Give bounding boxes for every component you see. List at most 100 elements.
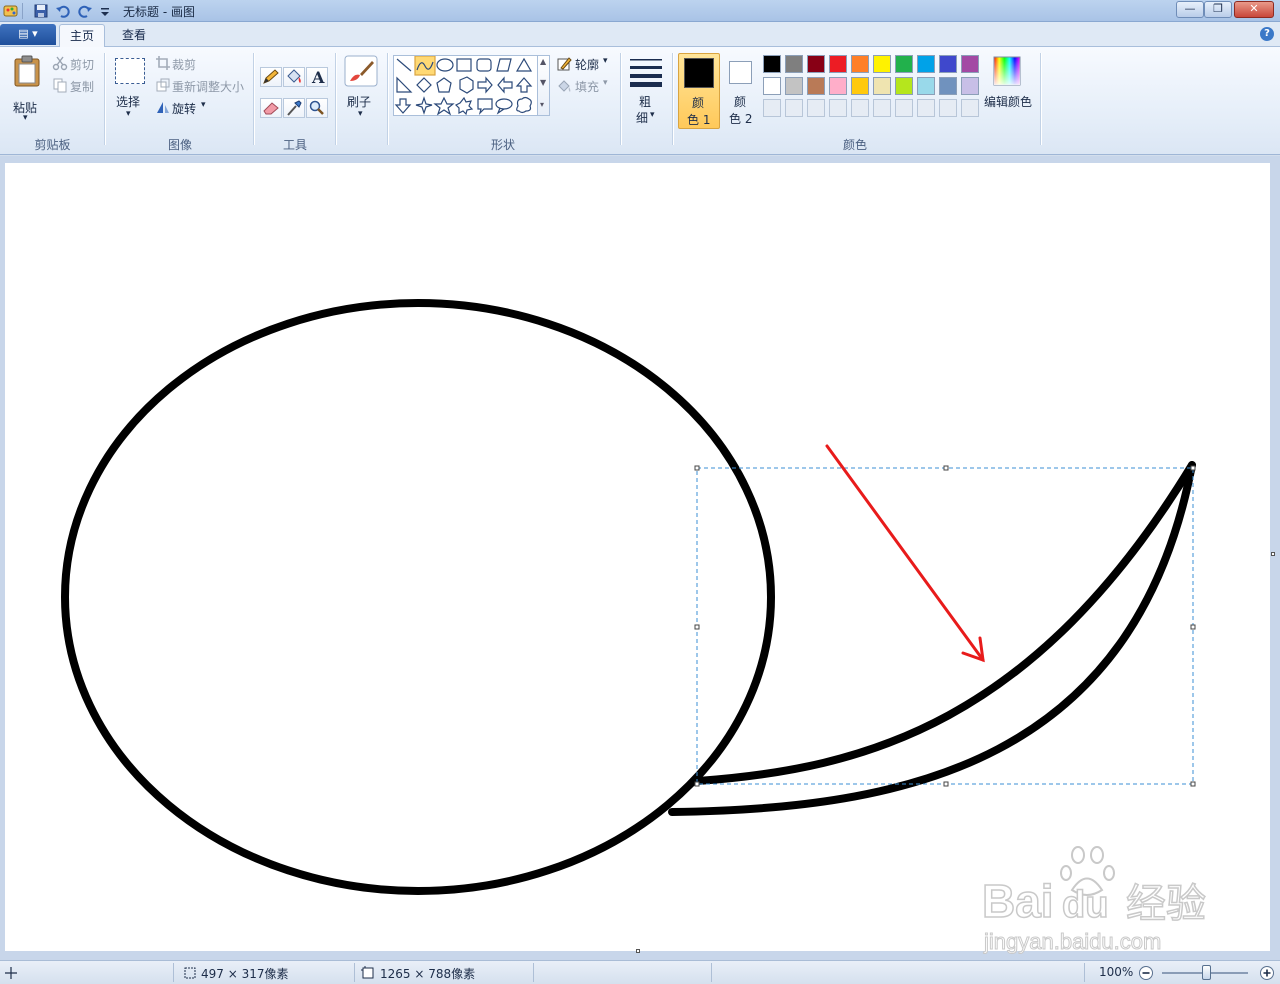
brushes-button[interactable]: 刷子 ▾: [342, 53, 380, 125]
pencil-tool[interactable]: [260, 67, 282, 87]
outline-dropdown-arrow[interactable]: ▾: [603, 56, 608, 66]
zoom-slider-thumb[interactable]: [1202, 965, 1211, 980]
palette-swatch-empty[interactable]: [763, 99, 781, 117]
brushes-dropdown-arrow[interactable]: ▾: [358, 109, 363, 119]
selection-size-text: 497 × 317像素: [201, 967, 289, 981]
copy-button[interactable]: 复制: [70, 78, 94, 95]
rotate-button[interactable]: 旋转: [172, 100, 196, 117]
palette-swatch-empty[interactable]: [785, 99, 803, 117]
palette-swatch[interactable]: [807, 77, 825, 95]
palette-swatch[interactable]: [829, 77, 847, 95]
cut-button[interactable]: 剪切: [70, 56, 94, 73]
select-rectangle-icon: [115, 58, 145, 84]
scroll-down-arrow[interactable]: ▼: [540, 78, 546, 87]
color-picker-tool[interactable]: [283, 98, 305, 118]
paint-menu-button[interactable]: ▤ ▾: [0, 24, 56, 45]
fill-button[interactable]: 填充: [575, 78, 599, 95]
color-2-swatch: [729, 61, 752, 84]
palette-swatch[interactable]: [895, 55, 913, 73]
clipboard-icon: [14, 55, 40, 87]
ribbon-separator: [104, 53, 105, 145]
rotate-dropdown-arrow[interactable]: ▾: [201, 100, 206, 110]
palette-swatch[interactable]: [763, 77, 781, 95]
palette-swatch-empty[interactable]: [917, 99, 935, 117]
drawing-canvas[interactable]: [5, 163, 1270, 951]
resize-button[interactable]: 重新调整大小: [172, 78, 244, 95]
canvas-resize-handle-bottom[interactable]: [636, 949, 640, 953]
palette-swatch[interactable]: [895, 77, 913, 95]
outline-button[interactable]: 轮廓: [575, 56, 599, 73]
select-dropdown-arrow[interactable]: ▾: [126, 109, 131, 119]
eyedropper-icon: [287, 100, 302, 116]
palette-swatch[interactable]: [961, 55, 979, 73]
eraser-tool[interactable]: [260, 98, 282, 118]
palette-swatch[interactable]: [939, 77, 957, 95]
palette-swatch[interactable]: [939, 55, 957, 73]
palette-swatch-empty[interactable]: [851, 99, 869, 117]
color-2-button[interactable]: 颜 色 2: [726, 53, 756, 129]
color-1-button[interactable]: 颜 色 1: [678, 53, 720, 129]
magnifier-tool[interactable]: [306, 98, 328, 118]
help-icon[interactable]: ?: [1260, 27, 1274, 41]
palette-swatch[interactable]: [763, 55, 781, 73]
palette-swatch[interactable]: [851, 55, 869, 73]
shapes-gallery-scroll[interactable]: ▲ ▼ ▾: [537, 55, 550, 116]
resize-icon: [156, 78, 170, 92]
palette-swatch[interactable]: [807, 55, 825, 73]
save-icon[interactable]: [33, 3, 49, 19]
size-button[interactable]: 粗 细 ▾: [626, 53, 666, 133]
fill-tool[interactable]: [283, 67, 305, 87]
shapes-gallery: [393, 55, 550, 116]
palette-swatch[interactable]: [961, 77, 979, 95]
zoom-in-icon[interactable]: [1259, 965, 1275, 981]
selection-size-icon: [184, 967, 196, 979]
palette-swatch-empty[interactable]: [939, 99, 957, 117]
palette-swatch[interactable]: [785, 55, 803, 73]
status-separator: [173, 963, 174, 982]
palette-swatch[interactable]: [851, 77, 869, 95]
paste-button[interactable]: 粘贴 ▾: [8, 53, 46, 125]
tab-home[interactable]: 主页: [59, 24, 106, 47]
size-label-thin: 细: [636, 111, 649, 125]
watermark-brand: Bai: [982, 875, 1054, 927]
line-size-icon: [630, 59, 662, 87]
watermark-brand-cn: 经验: [1126, 881, 1206, 927]
palette-swatch-empty[interactable]: [873, 99, 891, 117]
palette-swatch-empty[interactable]: [829, 99, 847, 117]
paint-app-icon[interactable]: [3, 3, 19, 19]
size-dropdown-arrow[interactable]: ▾: [650, 110, 655, 120]
speech-bubble-ellipse: [61, 299, 775, 895]
color-1-label-b: 色 1: [687, 113, 711, 127]
select-button[interactable]: 选择 ▾: [112, 53, 148, 125]
rotate-icon: [157, 102, 169, 113]
edit-colors-button[interactable]: 编辑颜色: [984, 53, 1034, 125]
zoom-out-icon[interactable]: [1138, 965, 1154, 981]
gallery-expand-arrow[interactable]: ▾: [540, 100, 544, 109]
paste-dropdown-arrow[interactable]: ▾: [23, 113, 28, 123]
palette-swatch[interactable]: [873, 77, 891, 95]
palette-swatch[interactable]: [917, 77, 935, 95]
crop-button[interactable]: 裁剪: [172, 56, 196, 73]
brush-icon: [344, 55, 378, 87]
palette-swatch[interactable]: [785, 77, 803, 95]
fill-dropdown-arrow[interactable]: ▾: [603, 78, 608, 88]
tab-view[interactable]: 查看: [112, 24, 156, 47]
customize-qat-icon[interactable]: [97, 3, 113, 19]
close-button[interactable]: ✕: [1234, 1, 1274, 18]
shapes-gallery-icons[interactable]: [394, 55, 551, 117]
palette-swatch-empty[interactable]: [961, 99, 979, 117]
maximize-button[interactable]: ❐: [1204, 1, 1232, 18]
text-tool[interactable]: A: [306, 67, 328, 87]
palette-swatch-empty[interactable]: [895, 99, 913, 117]
palette-swatch[interactable]: [873, 55, 891, 73]
canvas-resize-handle-right[interactable]: [1271, 552, 1275, 556]
palette-swatch[interactable]: [917, 55, 935, 73]
palette-swatch-empty[interactable]: [807, 99, 825, 117]
watermark-url: jingyan.baidu.com: [983, 929, 1161, 954]
palette-swatch[interactable]: [829, 55, 847, 73]
minimize-button[interactable]: —: [1176, 1, 1204, 18]
title-bar: 无标题 - 画图 — ❐ ✕: [0, 0, 1280, 22]
redo-icon[interactable]: [77, 3, 93, 19]
undo-icon[interactable]: [55, 3, 71, 19]
scroll-up-arrow[interactable]: ▲: [540, 57, 546, 66]
